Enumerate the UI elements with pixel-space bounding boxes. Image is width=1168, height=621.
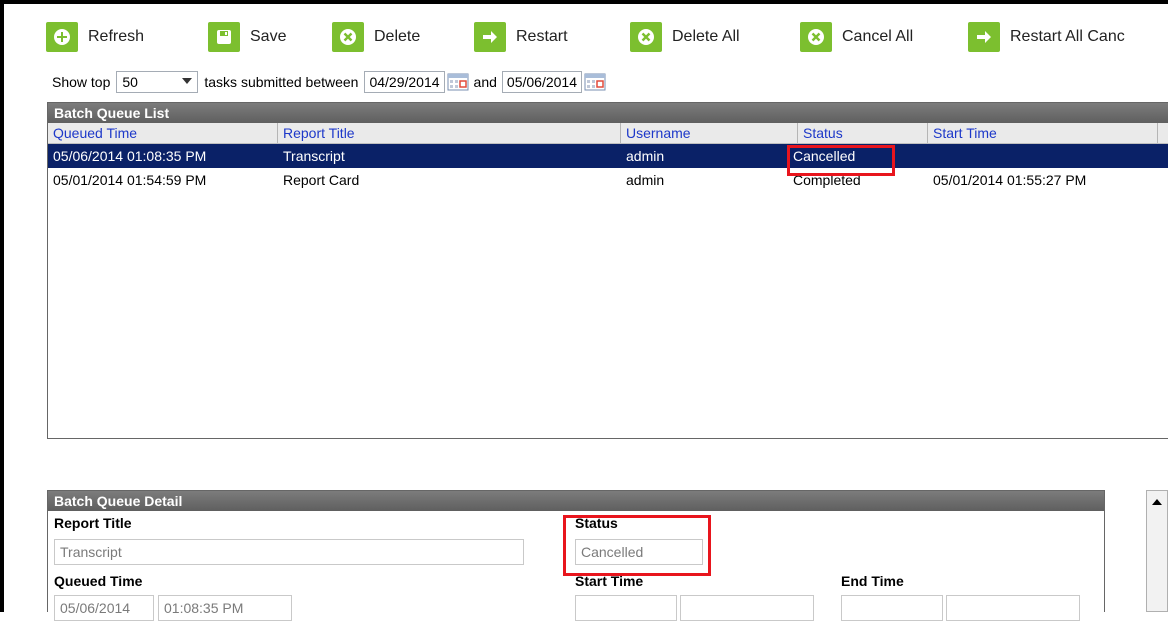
refresh-label: Refresh — [88, 28, 145, 45]
queued-time-date-field[interactable]: 05/06/2014 — [54, 595, 154, 621]
between-label: tasks submitted between — [204, 74, 359, 90]
cell-report-title: Transcript — [283, 148, 345, 164]
column-header-username[interactable]: Username — [621, 123, 798, 143]
save-button[interactable]: Save — [208, 22, 286, 52]
calendar-icon[interactable] — [584, 72, 606, 92]
toolbar: Refresh Save Delete Restart Delete All C… — [46, 22, 1168, 56]
table-header: Queued Time Report Title Username Status… — [48, 123, 1168, 144]
report-title-field[interactable]: Transcript — [54, 539, 524, 565]
calendar-icon[interactable] — [447, 72, 469, 92]
cell-username: admin — [626, 148, 665, 164]
start-time-date-field[interactable] — [575, 595, 677, 621]
end-time-date-field[interactable] — [841, 595, 943, 621]
column-header-start-time[interactable]: Start Time — [928, 123, 1158, 143]
cell-start-time: 05/01/2014 01:55:27 PM — [933, 172, 1087, 188]
start-time-time-field[interactable] — [680, 595, 814, 621]
queued-time-label: Queued Time — [54, 573, 143, 589]
table-row[interactable]: 05/01/2014 01:54:59 PM Report Card admin… — [48, 168, 1168, 192]
status-detail-highlight-box — [563, 515, 711, 576]
and-label: and — [473, 74, 497, 90]
window-frame-left — [0, 0, 4, 612]
close-circle-icon — [800, 22, 832, 52]
end-date-input[interactable]: 05/06/2014 — [501, 71, 582, 93]
restart-label: Restart — [516, 28, 568, 45]
queued-time-time-field[interactable]: 01:08:35 PM — [158, 595, 292, 621]
column-header-status[interactable]: Status — [798, 123, 928, 143]
window-frame-top — [0, 0, 1168, 4]
arrow-up-icon[interactable] — [1152, 499, 1162, 505]
arrow-right-icon — [968, 22, 1000, 52]
cancel-all-label: Cancel All — [842, 28, 914, 45]
status-highlight-box — [787, 145, 895, 176]
close-circle-icon — [332, 22, 364, 52]
refresh-button[interactable]: Refresh — [46, 22, 144, 52]
start-date-input[interactable]: 04/29/2014 — [364, 71, 445, 93]
show-top-label: Show top — [52, 74, 111, 90]
restart-all-label: Restart All Canc — [1010, 28, 1125, 45]
delete-all-label: Delete All — [672, 28, 740, 45]
vertical-scrollbar[interactable] — [1146, 490, 1168, 612]
show-top-select[interactable]: 50 — [116, 71, 199, 93]
cell-queued-time: 05/06/2014 01:08:35 PM — [53, 148, 207, 164]
delete-button[interactable]: Delete — [332, 22, 420, 52]
cancel-all-button[interactable]: Cancel All — [800, 22, 913, 52]
cell-report-title: Report Card — [283, 172, 360, 188]
cell-username: admin — [626, 172, 665, 188]
report-title-label: Report Title — [54, 515, 132, 531]
delete-all-button[interactable]: Delete All — [630, 22, 740, 52]
restart-button[interactable]: Restart — [474, 22, 568, 52]
column-header-report-title[interactable]: Report Title — [278, 123, 621, 143]
plus-icon — [46, 22, 78, 52]
column-header-queued-time[interactable]: Queued Time — [48, 123, 278, 143]
panel-title: Batch Queue Detail — [48, 491, 1104, 511]
panel-title: Batch Queue List — [48, 103, 1168, 123]
arrow-right-icon — [474, 22, 506, 52]
batch-queue-list-panel: Batch Queue List Queued Time Report Titl… — [47, 102, 1168, 439]
delete-label: Delete — [374, 28, 421, 45]
restart-all-button[interactable]: Restart All Canc — [968, 22, 1125, 52]
floppy-disk-icon — [208, 22, 240, 52]
filter-row: Show top 50 tasks submitted between 04/2… — [52, 70, 606, 94]
cell-start-time — [928, 144, 933, 168]
save-label: Save — [250, 28, 287, 45]
show-top-value: 50 — [122, 74, 138, 90]
chevron-down-icon — [182, 78, 193, 84]
table-row[interactable]: 05/06/2014 01:08:35 PM Transcript admin … — [48, 144, 1168, 168]
end-time-time-field[interactable] — [946, 595, 1080, 621]
cell-queued-time: 05/01/2014 01:54:59 PM — [53, 172, 207, 188]
close-circle-icon — [630, 22, 662, 52]
end-time-label: End Time — [841, 573, 904, 589]
